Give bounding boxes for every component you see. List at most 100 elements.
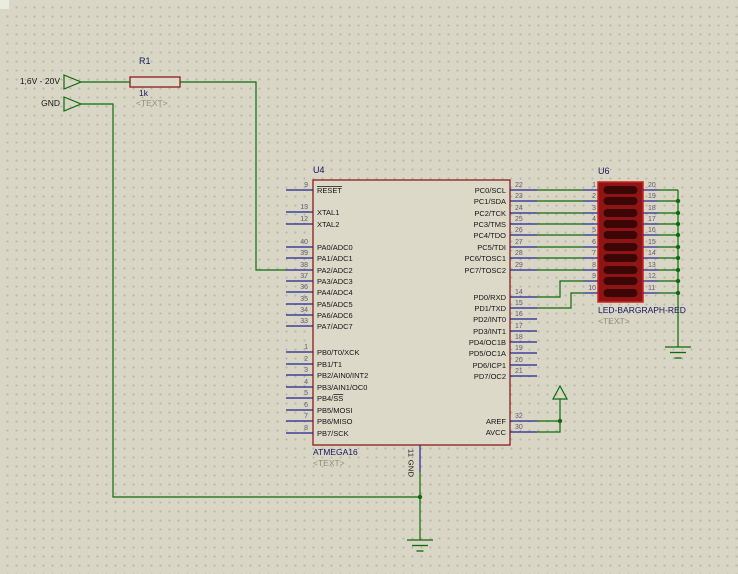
u4-pin-number: 15 bbox=[515, 300, 523, 307]
u6-pin-number: 19 bbox=[648, 193, 656, 200]
u6-pin-number: 4 bbox=[592, 216, 596, 223]
junction-dot bbox=[418, 495, 422, 499]
u4-pin-number: 37 bbox=[300, 273, 308, 280]
u4-pin-name: PC4/TDO bbox=[473, 231, 506, 240]
led-segment bbox=[604, 289, 638, 297]
u6-text-placeholder: <TEXT> bbox=[598, 317, 630, 326]
gnd-terminal-label: GND bbox=[0, 99, 60, 108]
u4-pin-name: PC0/SCL bbox=[475, 186, 506, 195]
u4-pin-number: 34 bbox=[300, 307, 308, 314]
u4-pin-number: 26 bbox=[515, 227, 523, 234]
u4-pin-name: PB4/SS bbox=[317, 394, 343, 403]
u4-pin-number: 14 bbox=[515, 289, 523, 296]
u6-pin-number: 15 bbox=[648, 239, 656, 246]
u6-pin-number: 20 bbox=[648, 182, 656, 189]
u6-pin-number: 14 bbox=[648, 250, 656, 257]
u4-pin-name: PD0/RXD bbox=[473, 293, 506, 302]
led-segment bbox=[604, 266, 638, 274]
schematic-canvas[interactable]: 9RESET13XTAL112XTAL240PA0/ADC039PA1/ADC1… bbox=[0, 0, 738, 574]
u4-pin-name: PC5/TDI bbox=[477, 243, 506, 252]
u6-pin-number: 9 bbox=[592, 273, 596, 280]
u4-pin-name: PB0/T0/XCK bbox=[317, 348, 360, 357]
u4-pin-number: 35 bbox=[300, 296, 308, 303]
u4-pin-name: PC3/TMS bbox=[473, 220, 506, 229]
u4-pin-number: 33 bbox=[300, 318, 308, 325]
input-terminal-icon[interactable] bbox=[64, 75, 81, 89]
u4-pin-number: 25 bbox=[515, 216, 523, 223]
u4-pin-name: PD7/OC2 bbox=[474, 372, 506, 381]
u4-ref: U4 bbox=[313, 166, 325, 176]
sheet-origin-marker bbox=[0, 0, 9, 9]
u4-pin-number: 9 bbox=[304, 182, 308, 189]
u4-pin-name: PD1/TXD bbox=[474, 304, 506, 313]
u4-pin-name: PB2/AIN0/INT2 bbox=[317, 371, 368, 380]
u4-bottom-pin-name: GND bbox=[406, 460, 415, 478]
u4-pin-name: PA7/ADC7 bbox=[317, 322, 353, 331]
u6-ref: U6 bbox=[598, 167, 610, 177]
r1-body[interactable] bbox=[130, 77, 180, 87]
led-segment bbox=[604, 220, 638, 228]
u4-value: ATMEGA16 bbox=[313, 448, 358, 457]
u4-pin-name: PC7/TOSC2 bbox=[464, 266, 506, 275]
u4-pin-name: PB7/SCK bbox=[317, 429, 349, 438]
junction-dot bbox=[676, 222, 680, 226]
u4-pin-number: 13 bbox=[300, 204, 308, 211]
u4-pin-number: 39 bbox=[300, 250, 308, 257]
u6-pin-number: 7 bbox=[592, 250, 596, 257]
u4-pin-name: PA1/ADC1 bbox=[317, 254, 353, 263]
u4-pin-name: PB6/MISO bbox=[317, 417, 353, 426]
power-terminal-icon[interactable] bbox=[553, 386, 567, 399]
u4-pin-number: 16 bbox=[515, 311, 523, 318]
u4-bottom-pin-number: 11 bbox=[406, 449, 415, 457]
junction-dot bbox=[676, 291, 680, 295]
u4-pin-number: 30 bbox=[515, 424, 523, 431]
gnd-terminal-icon[interactable] bbox=[64, 97, 81, 111]
u4-pin-name: PA0/ADC0 bbox=[317, 243, 353, 252]
u4-pin-number: 22 bbox=[515, 182, 523, 189]
u4-pin-number: 23 bbox=[515, 193, 523, 200]
u6-pin-number: 11 bbox=[648, 285, 655, 292]
u4-pin-number: 17 bbox=[515, 323, 523, 330]
junction-dot bbox=[676, 199, 680, 203]
junction-dot bbox=[676, 245, 680, 249]
u4-pin-name: PA5/ADC5 bbox=[317, 300, 353, 309]
u4-pin-name: PC1/SDA bbox=[474, 197, 506, 206]
wire-pd0-to-bargraph[interactable] bbox=[537, 281, 583, 297]
u4-pin-number: 1 bbox=[304, 344, 308, 351]
wire-avcc-to-power[interactable] bbox=[537, 399, 560, 432]
junction-dot bbox=[676, 211, 680, 215]
u6-value: LED-BARGRAPH-RED bbox=[598, 306, 686, 315]
u4-pin-name: PA3/ADC3 bbox=[317, 277, 353, 286]
u6-pin-number: 17 bbox=[648, 216, 656, 223]
u4-pin-name: PD5/OC1A bbox=[469, 349, 506, 358]
u6-pin-number: 13 bbox=[648, 262, 656, 269]
u4-pin-name: PC6/TOSC1 bbox=[464, 254, 506, 263]
u4-pin-number: 18 bbox=[515, 334, 523, 341]
led-segment bbox=[604, 231, 638, 239]
input-terminal-label: 1,6V - 20V bbox=[0, 77, 60, 86]
u4-pin-number: 19 bbox=[515, 345, 523, 352]
u4-pin-name: RESET bbox=[317, 186, 342, 195]
junction-dot bbox=[676, 279, 680, 283]
wire-r1-to-port-a[interactable] bbox=[180, 82, 286, 270]
junction-dot bbox=[676, 233, 680, 237]
schematic-layer: 9RESET13XTAL112XTAL240PA0/ADC039PA1/ADC1… bbox=[0, 0, 738, 574]
u4-pin-number: 29 bbox=[515, 262, 523, 269]
u4-pin-name: PA2/ADC2 bbox=[317, 266, 353, 275]
led-segment bbox=[604, 209, 638, 217]
u4-pin-name: AVCC bbox=[486, 428, 507, 437]
u4-pin-number: 6 bbox=[304, 402, 308, 409]
u4-pin-name: AREF bbox=[486, 417, 506, 426]
led-segment bbox=[604, 197, 638, 205]
u4-pin-number: 36 bbox=[300, 284, 308, 291]
u4-pin-number: 28 bbox=[515, 250, 523, 257]
u6-pin-number: 3 bbox=[592, 205, 596, 212]
junction-dot bbox=[676, 268, 680, 272]
junction-dot bbox=[558, 419, 562, 423]
u4-text-placeholder: <TEXT> bbox=[313, 459, 345, 468]
u4-pin-name: PD4/OC1B bbox=[469, 338, 506, 347]
r1-ref: R1 bbox=[139, 57, 151, 67]
u4-pin-name: XTAL1 bbox=[317, 208, 339, 217]
u4-pin-number: 24 bbox=[515, 205, 523, 212]
u4-pin-number: 32 bbox=[515, 413, 523, 420]
